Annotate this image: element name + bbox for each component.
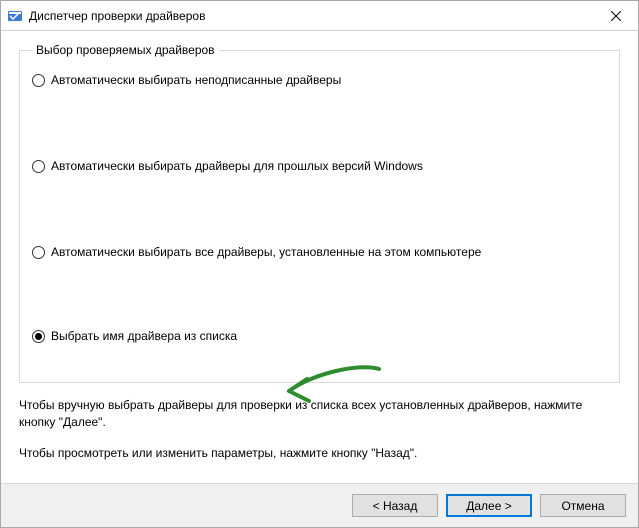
instruction-line-2: Чтобы просмотреть или изменить параметры… — [19, 445, 620, 462]
radio-label: Автоматически выбирать неподписанные дра… — [51, 73, 341, 87]
dialog-window: Диспетчер проверки драйверов Выбор прове… — [0, 0, 639, 528]
radio-option-all-installed[interactable]: Автоматически выбирать все драйверы, уст… — [32, 245, 607, 259]
radio-option-old-windows[interactable]: Автоматически выбирать драйверы для прош… — [32, 159, 607, 173]
app-icon — [7, 8, 23, 24]
titlebar: Диспетчер проверки драйверов — [1, 1, 638, 31]
close-button[interactable] — [593, 1, 638, 30]
radio-icon — [32, 74, 45, 87]
button-bar: < Назад Далее > Отмена — [1, 483, 638, 527]
driver-selection-group: Выбор проверяемых драйверов Автоматическ… — [19, 43, 620, 383]
next-button[interactable]: Далее > — [446, 494, 532, 517]
group-legend: Выбор проверяемых драйверов — [32, 43, 219, 57]
close-icon — [611, 11, 621, 21]
radio-icon — [32, 160, 45, 173]
content-area: Выбор проверяемых драйверов Автоматическ… — [1, 31, 638, 483]
radio-label: Автоматически выбирать все драйверы, уст… — [51, 245, 481, 259]
radio-icon — [32, 246, 45, 259]
back-button[interactable]: < Назад — [352, 494, 438, 517]
radio-icon — [32, 330, 45, 343]
cancel-button[interactable]: Отмена — [540, 494, 626, 517]
radio-label: Автоматически выбирать драйверы для прош… — [51, 159, 423, 173]
window-title: Диспетчер проверки драйверов — [29, 9, 593, 23]
radio-option-unsigned[interactable]: Автоматически выбирать неподписанные дра… — [32, 73, 607, 87]
instruction-line-1: Чтобы вручную выбрать драйверы для прове… — [19, 397, 620, 431]
instructions: Чтобы вручную выбрать драйверы для прове… — [19, 397, 620, 461]
radio-label: Выбрать имя драйвера из списка — [51, 329, 237, 343]
radio-option-from-list[interactable]: Выбрать имя драйвера из списка — [32, 329, 607, 343]
